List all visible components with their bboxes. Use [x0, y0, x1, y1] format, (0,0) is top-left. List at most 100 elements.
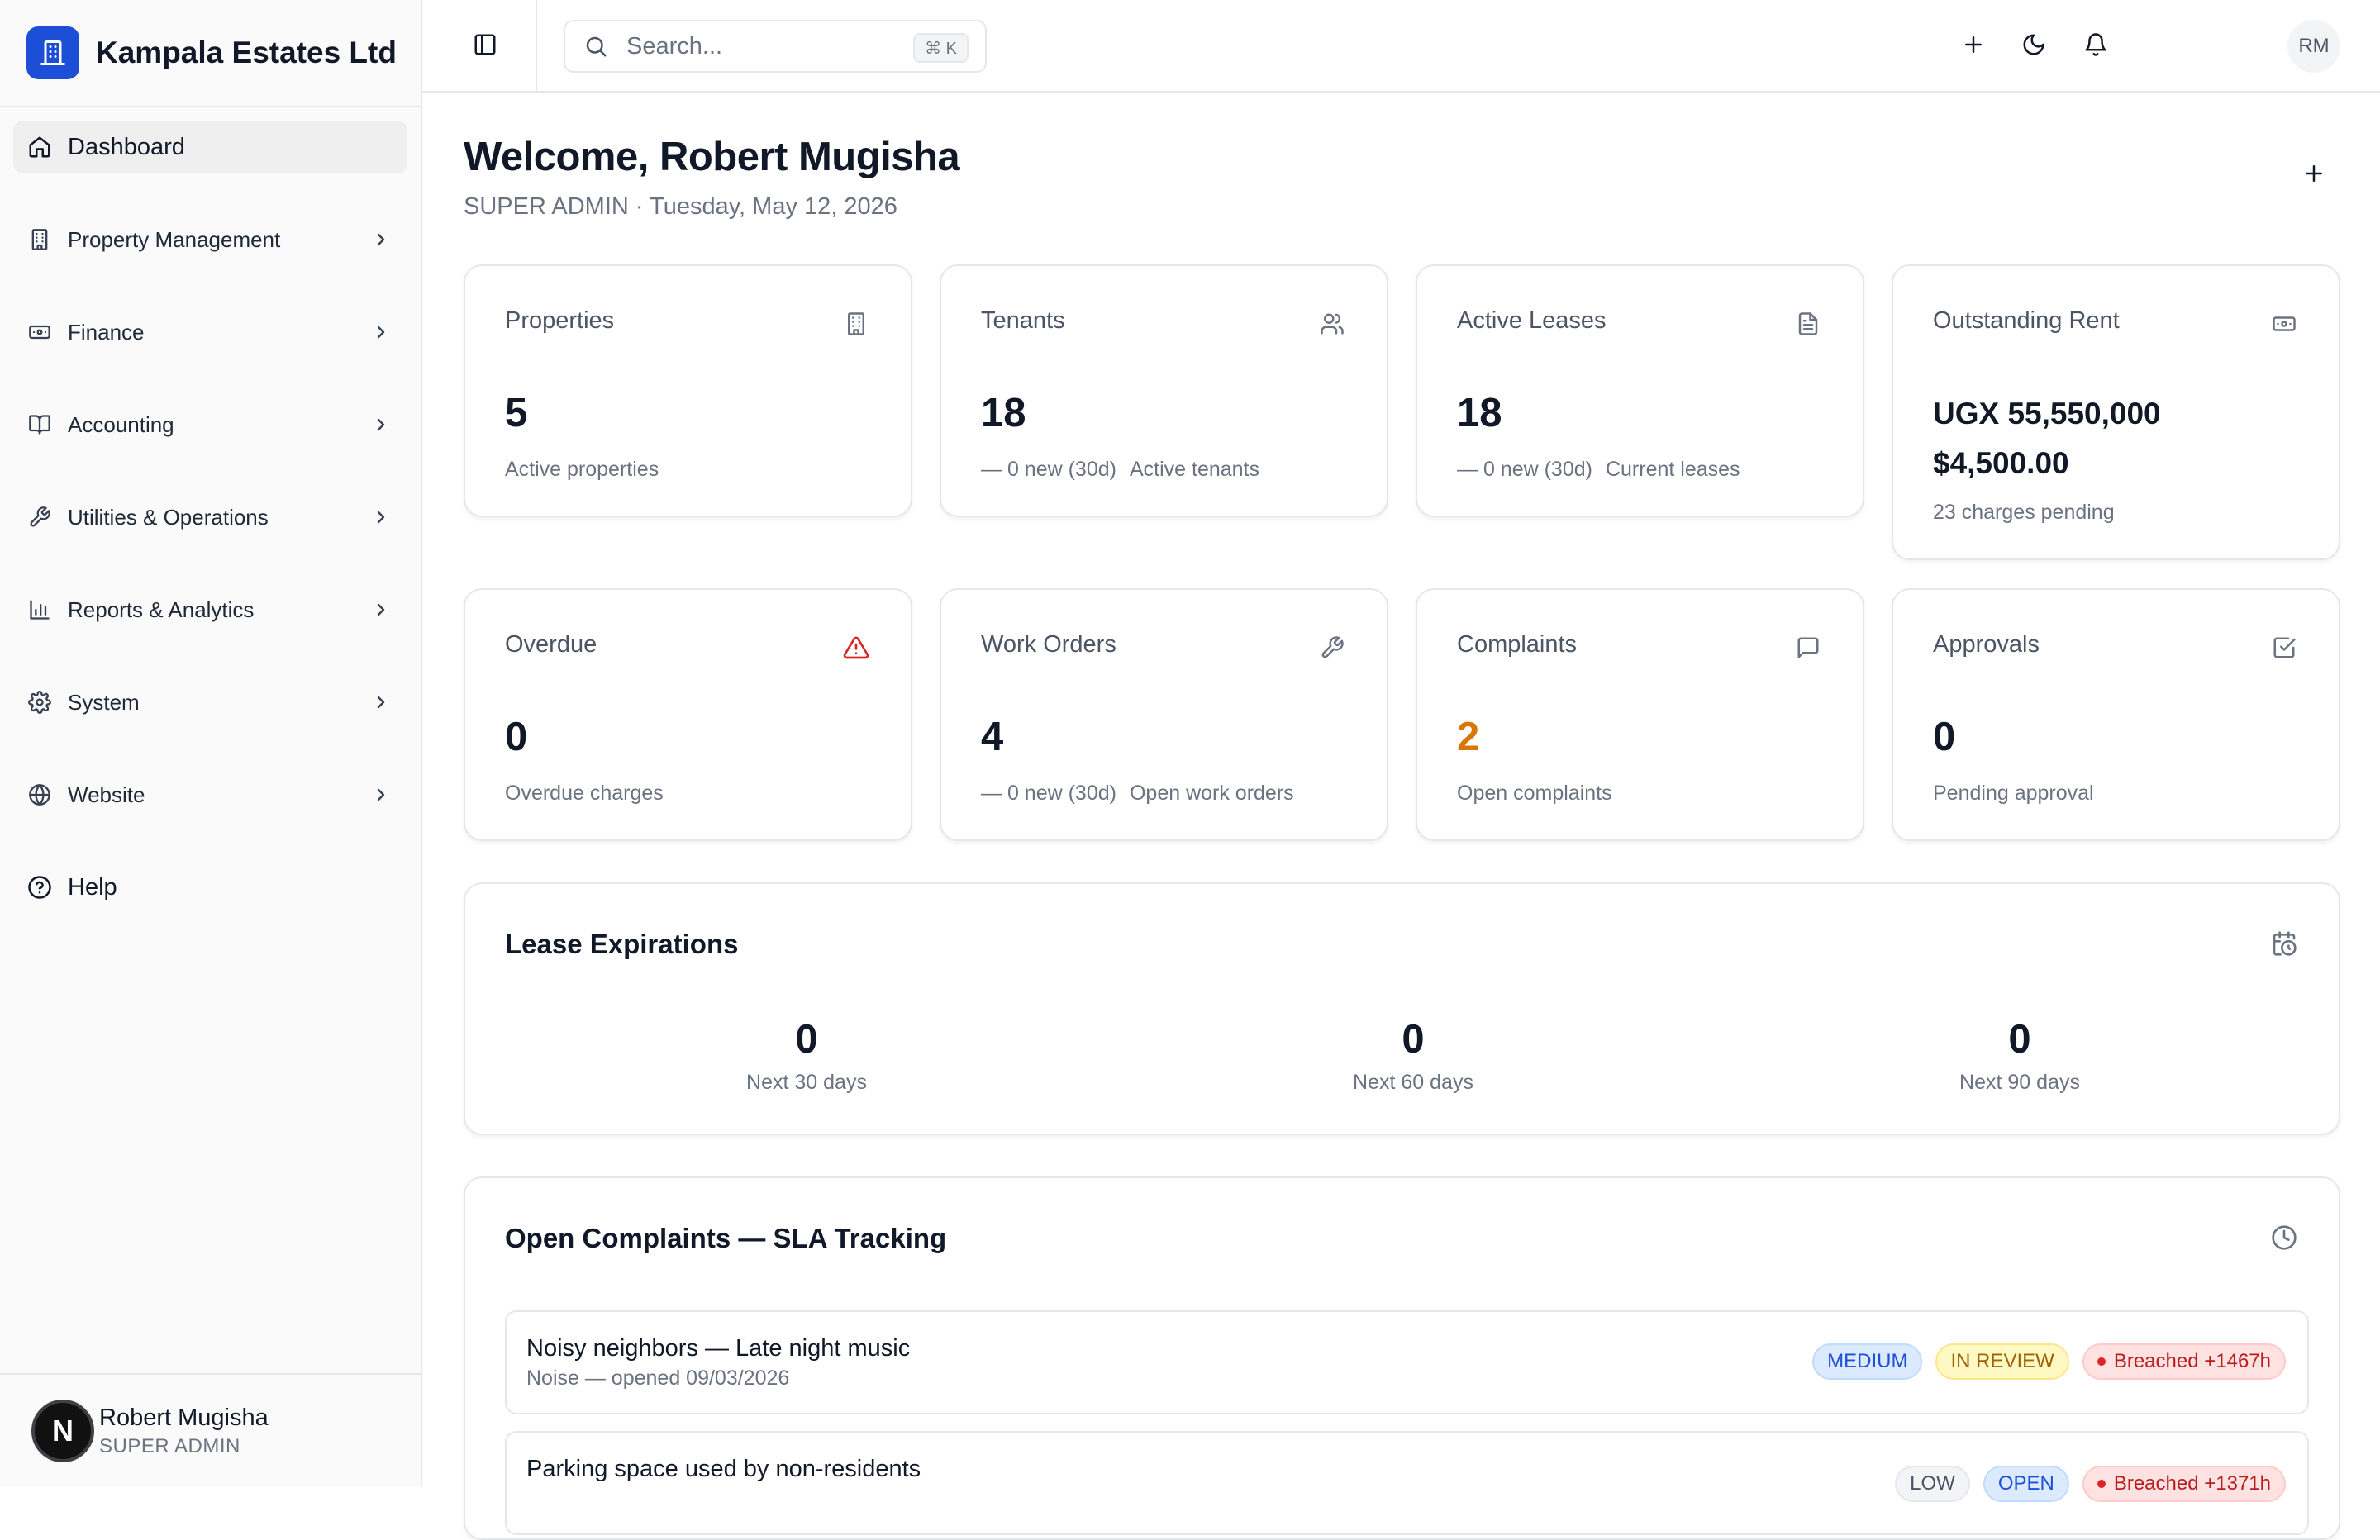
chevron-right-icon — [369, 598, 393, 621]
brand-name: Kampala Estates Ltd — [96, 36, 397, 69]
card-title: Overdue — [505, 631, 597, 658]
wrench-icon — [1317, 633, 1347, 663]
page-subtitle: SUPER ADMIN · Tuesday, May 12, 2026 — [464, 193, 897, 220]
card-title: Active Leases — [1457, 307, 1606, 334]
complaint-title: Parking space used by non-residents — [526, 1456, 921, 1482]
sidebar-user[interactable]: N Robert Mugisha SUPER ADMIN — [0, 1373, 421, 1487]
stat-card-overdue[interactable]: Overdue 0 Overdue charges — [464, 588, 912, 841]
brand[interactable]: Kampala Estates Ltd — [0, 0, 421, 107]
card-value: 0 — [505, 715, 528, 759]
priority-badge: MEDIUM — [1812, 1343, 1923, 1380]
sidebar-nav: Dashboard Property Management Finance Ac… — [0, 107, 421, 914]
section-title: Open Complaints — SLA Tracking — [505, 1223, 947, 1253]
sidebar: Kampala Estates Ltd Dashboard Property M… — [0, 0, 422, 1487]
sla-tracking-card: Open Complaints — SLA Tracking Noisy nei… — [464, 1176, 2340, 1540]
stat-card-complaints[interactable]: Complaints 2 Open complaints — [1416, 588, 1864, 841]
complaint-title: Noisy neighbors — Late night music — [526, 1335, 911, 1362]
card-subtext: Active properties — [505, 458, 659, 481]
main-content: Welcome, Robert Mugisha SUPER ADMIN · Tu… — [422, 93, 2380, 1540]
stat-card-work-orders[interactable]: Work Orders 4 — 0 new (30d) Open work ord… — [940, 588, 1388, 841]
lease-expiration-30: 0 Next 30 days — [641, 1016, 972, 1095]
building-logo-icon — [26, 26, 79, 79]
card-title: Properties — [505, 307, 615, 334]
outstanding-ugx: UGX 55,550,000 — [1933, 397, 2161, 430]
lease-window-label: Next 90 days — [1959, 1071, 2080, 1094]
sidebar-item-system[interactable]: System — [13, 676, 407, 729]
stat-card-properties[interactable]: Properties 5 Active properties — [464, 264, 912, 517]
clock-icon — [2269, 1223, 2299, 1252]
sidebar-item-finance[interactable]: Finance — [13, 306, 407, 359]
search-shortcut: ⌘ K — [913, 33, 969, 63]
card-value: 5 — [505, 391, 528, 435]
sidebar-item-reports-analytics[interactable]: Reports & Analytics — [13, 583, 407, 636]
chevron-right-icon — [369, 413, 393, 436]
card-title: Complaints — [1457, 631, 1578, 658]
card-subtext: Open work orders — [1129, 782, 1294, 805]
card-title: Outstanding Rent — [1933, 307, 2120, 334]
section-title: Lease Expirations — [505, 929, 739, 959]
sidebar-item-property-management[interactable]: Property Management — [13, 213, 407, 266]
sidebar-item-label: Help — [68, 873, 117, 901]
lease-expirations-card: Lease Expirations 0 Next 30 days 0 Next … — [464, 882, 2340, 1135]
building-icon — [841, 309, 871, 339]
card-delta: — 0 new (30d) — [981, 782, 1116, 805]
card-subtext: Active tenants — [1129, 458, 1259, 481]
card-title: Approvals — [1933, 631, 2040, 658]
sidebar-toggle-button[interactable] — [469, 30, 502, 63]
lease-expiration-90: 0 Next 90 days — [1854, 1016, 2185, 1095]
user-avatar-button[interactable]: RM — [2287, 20, 2340, 73]
sidebar-item-accounting[interactable]: Accounting — [13, 398, 407, 451]
complaint-row[interactable]: Parking space used by non-residents LOW … — [505, 1431, 2309, 1535]
building-icon — [26, 226, 53, 253]
stat-card-tenants[interactable]: Tenants 18 — 0 new (30d) Active tenants — [940, 264, 1388, 517]
card-subtext: 23 charges pending — [1933, 501, 2115, 524]
banknote-icon — [2269, 309, 2299, 339]
stat-card-outstanding-rent[interactable]: Outstanding Rent UGX 55,550,000 $4,500.0… — [1892, 264, 2340, 560]
sidebar-item-label: Website — [68, 782, 145, 807]
card-subtext: Pending approval — [1933, 782, 2094, 805]
chevron-right-icon — [369, 783, 393, 806]
notifications-button[interactable] — [2079, 30, 2112, 63]
check-square-icon — [2269, 633, 2299, 663]
priority-badge: LOW — [1895, 1466, 1970, 1502]
card-subtext: Open complaints — [1457, 782, 1612, 805]
help-circle-icon — [26, 874, 53, 901]
sidebar-item-utilities-operations[interactable]: Utilities & Operations — [13, 491, 407, 544]
lease-count: 0 — [2008, 1017, 2031, 1062]
card-subtext: Overdue charges — [505, 782, 664, 805]
add-widget-button[interactable] — [2297, 159, 2330, 192]
users-icon — [1317, 309, 1347, 339]
calendar-clock-icon — [2269, 929, 2299, 958]
card-title: Work Orders — [981, 631, 1116, 658]
sla-badge-label: Breached +1467h — [2113, 1350, 2271, 1372]
sidebar-item-label: Reports & Analytics — [68, 597, 255, 622]
user-role: SUPER ADMIN — [99, 1434, 240, 1457]
lease-count: 0 — [1402, 1017, 1425, 1062]
stat-card-active-leases[interactable]: Active Leases 18 — 0 new (30d) Current le… — [1416, 264, 1864, 517]
lease-window-label: Next 30 days — [746, 1071, 867, 1094]
globe-icon — [26, 782, 53, 808]
lease-window-label: Next 60 days — [1353, 1071, 1473, 1094]
sidebar-item-label: Utilities & Operations — [68, 504, 269, 530]
search-input[interactable] — [626, 32, 874, 60]
plus-icon — [1961, 32, 1986, 61]
card-delta: — 0 new (30d) — [1457, 458, 1592, 481]
message-square-icon — [1793, 633, 1823, 663]
stat-card-approvals[interactable]: Approvals 0 Pending approval — [1892, 588, 2340, 841]
chevron-right-icon — [369, 228, 393, 251]
card-value: 2 — [1457, 715, 1480, 759]
panel-left-icon — [473, 32, 497, 61]
banknote-icon — [26, 319, 53, 345]
sidebar-item-help[interactable]: Help — [13, 861, 407, 914]
theme-toggle-button[interactable] — [2017, 30, 2050, 63]
chevron-right-icon — [369, 691, 393, 714]
user-name: Robert Mugisha — [99, 1404, 269, 1431]
search-box[interactable]: ⌘ K — [564, 20, 987, 73]
sidebar-item-website[interactable]: Website — [13, 768, 407, 821]
card-value: 18 — [1457, 391, 1502, 435]
add-button[interactable] — [1957, 30, 1990, 63]
complaint-row[interactable]: Noisy neighbors — Late night music Noise… — [505, 1310, 2309, 1414]
sidebar-item-dashboard[interactable]: Dashboard — [13, 121, 407, 173]
status-badge: IN REVIEW — [1935, 1343, 2069, 1380]
card-value: 4 — [981, 715, 1004, 759]
